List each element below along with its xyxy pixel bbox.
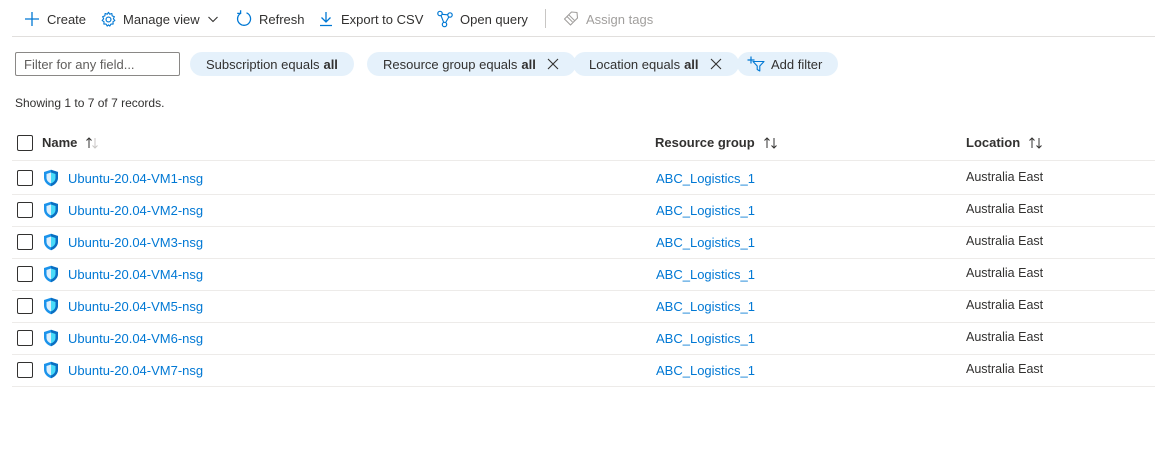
- row-checkbox[interactable]: [17, 170, 33, 186]
- resource-name-link[interactable]: Ubuntu-20.04-VM4-nsg: [68, 267, 203, 282]
- row-checkbox[interactable]: [17, 362, 33, 378]
- resource-group-filter-value: all: [521, 56, 536, 72]
- sort-icon[interactable]: [1028, 136, 1044, 150]
- location-cell: Australia East: [966, 234, 1044, 248]
- download-icon: [316, 9, 336, 29]
- add-filter-label: Add filter: [771, 56, 823, 72]
- row-checkbox[interactable]: [17, 330, 33, 346]
- table-row: Ubuntu-20.04-VM3-nsg ABC_Logistics_1 Austr…: [12, 226, 1155, 259]
- column-header-resource-group-label: Resource group: [655, 135, 755, 150]
- resource-group-link[interactable]: ABC_Logistics_1: [656, 267, 755, 282]
- table-row: Ubuntu-20.04-VM5-nsg ABC_Logistics_1 Austr…: [12, 290, 1155, 323]
- network-security-group-icon: [42, 169, 60, 187]
- subscription-filter-label: Subscription equals: [206, 56, 320, 72]
- resource-name-link[interactable]: Ubuntu-20.04-VM3-nsg: [68, 235, 203, 250]
- location-filter-value: all: [684, 56, 699, 72]
- refresh-label: Refresh: [259, 11, 305, 27]
- table-row: Ubuntu-20.04-VM7-nsg ABC_Logistics_1 Austr…: [12, 354, 1155, 387]
- toolbar-divider: [545, 9, 546, 28]
- resource-name-link[interactable]: Ubuntu-20.04-VM2-nsg: [68, 203, 203, 218]
- column-header-resource-group[interactable]: Resource group: [655, 135, 779, 150]
- location-cell: Australia East: [966, 202, 1044, 216]
- resource-group-link[interactable]: ABC_Logistics_1: [656, 203, 755, 218]
- network-security-group-icon: [42, 361, 60, 379]
- open-query-label: Open query: [460, 11, 528, 27]
- row-checkbox[interactable]: [17, 298, 33, 314]
- network-security-group-icon: [42, 329, 60, 347]
- location-cell: Australia East: [966, 170, 1044, 184]
- tag-icon: [561, 9, 581, 29]
- network-security-group-icon: [42, 233, 60, 251]
- column-header-name-label: Name: [42, 135, 78, 150]
- row-checkbox[interactable]: [17, 202, 33, 218]
- network-security-group-icon: [42, 297, 60, 315]
- assign-tags-button[interactable]: Assign tags: [561, 8, 653, 30]
- sort-icon[interactable]: [763, 136, 779, 150]
- location-filter-pill[interactable]: Location equals all: [573, 52, 739, 76]
- resource-group-link[interactable]: ABC_Logistics_1: [656, 171, 755, 186]
- records-count: Showing 1 to 7 of 7 records.: [15, 96, 165, 110]
- resource-name-link[interactable]: Ubuntu-20.04-VM6-nsg: [68, 331, 203, 346]
- chevron-down-icon: [203, 9, 223, 29]
- table-row: Ubuntu-20.04-VM6-nsg ABC_Logistics_1 Austr…: [12, 322, 1155, 355]
- resource-name-link[interactable]: Ubuntu-20.04-VM7-nsg: [68, 363, 203, 378]
- close-icon[interactable]: [709, 57, 723, 71]
- resource-group-link[interactable]: ABC_Logistics_1: [656, 299, 755, 314]
- select-all-checkbox[interactable]: [17, 135, 33, 151]
- location-cell: Australia East: [966, 266, 1044, 280]
- export-csv-label: Export to CSV: [341, 11, 424, 27]
- open-query-button[interactable]: Open query: [435, 8, 528, 30]
- query-icon: [435, 9, 455, 29]
- table-row: Ubuntu-20.04-VM4-nsg ABC_Logistics_1 Austr…: [12, 258, 1155, 291]
- toolbar-divider-line: [12, 36, 1155, 37]
- row-checkbox[interactable]: [17, 266, 33, 282]
- resource-group-filter-pill[interactable]: Resource group equals all: [367, 52, 576, 76]
- location-cell: Australia East: [966, 298, 1044, 312]
- network-security-group-icon: [42, 265, 60, 283]
- location-filter-label: Location equals: [589, 56, 681, 72]
- refresh-icon: [234, 9, 254, 29]
- column-header-name[interactable]: Name: [42, 135, 99, 150]
- plus-icon: [22, 9, 42, 29]
- close-icon[interactable]: [546, 57, 560, 71]
- sort-ascending-icon[interactable]: [85, 136, 99, 150]
- row-checkbox[interactable]: [17, 234, 33, 250]
- create-button[interactable]: Create: [22, 8, 86, 30]
- add-filter-icon: [747, 56, 765, 72]
- assign-tags-label: Assign tags: [586, 11, 654, 27]
- add-filter-button[interactable]: Add filter: [737, 52, 839, 76]
- refresh-button[interactable]: Refresh: [234, 8, 305, 30]
- column-header-location-label: Location: [966, 135, 1021, 150]
- table-row: Ubuntu-20.04-VM2-nsg ABC_Logistics_1 Austr…: [12, 194, 1155, 227]
- export-csv-button[interactable]: Export to CSV: [316, 8, 423, 30]
- resource-group-link[interactable]: ABC_Logistics_1: [656, 331, 755, 346]
- manage-view-button[interactable]: Manage view: [98, 8, 223, 30]
- resource-name-link[interactable]: Ubuntu-20.04-VM1-nsg: [68, 171, 203, 186]
- resource-name-link[interactable]: Ubuntu-20.04-VM5-nsg: [68, 299, 203, 314]
- resource-group-link[interactable]: ABC_Logistics_1: [656, 235, 755, 250]
- table-row: Ubuntu-20.04-VM1-nsg ABC_Logistics_1 Austr…: [12, 162, 1155, 195]
- subscription-filter-pill[interactable]: Subscription equals all: [190, 52, 354, 76]
- gear-icon: [98, 9, 118, 29]
- filter-input[interactable]: [15, 52, 180, 76]
- command-bar: Create Manage view Refresh Export to CSV…: [0, 0, 1155, 38]
- table-header: Name Resource group Location: [12, 128, 1155, 161]
- resource-group-filter-label: Resource group equals: [383, 56, 518, 72]
- subscription-filter-value: all: [323, 56, 338, 72]
- location-cell: Australia East: [966, 330, 1044, 344]
- column-header-location[interactable]: Location: [966, 135, 1044, 150]
- manage-view-label: Manage view: [123, 11, 200, 27]
- network-security-group-icon: [42, 201, 60, 219]
- create-label: Create: [47, 11, 87, 27]
- location-cell: Australia East: [966, 362, 1044, 376]
- resource-group-link[interactable]: ABC_Logistics_1: [656, 363, 755, 378]
